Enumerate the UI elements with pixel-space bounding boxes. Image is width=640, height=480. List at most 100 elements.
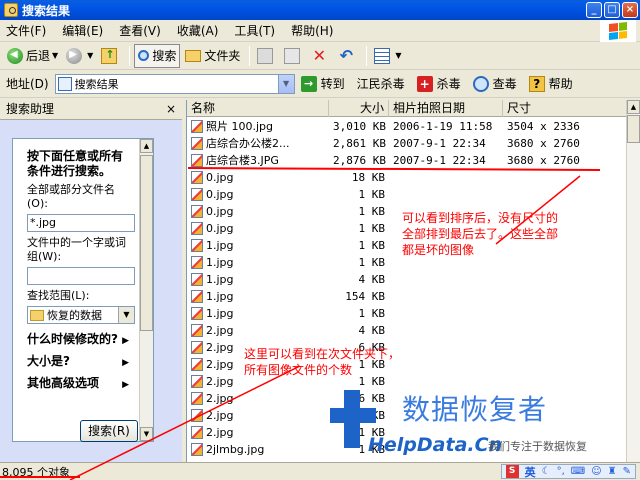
file-name-cell: 0.jpg [187,203,329,220]
menu-tools[interactable]: 工具(T) [234,22,275,39]
kill-virus-button[interactable]: + 杀毒 [416,75,461,92]
file-dimensions [503,339,613,356]
views-dropdown-icon[interactable]: ▼ [395,51,401,60]
when-modified-option[interactable]: 什么时候修改的? ▶ [13,324,129,346]
column-name[interactable]: 名称 [187,100,329,117]
search-companion-header: 搜索助理 [0,98,182,120]
plugin-help-button[interactable]: ? 帮助 [528,75,573,92]
folders-button[interactable]: 文件夹 [182,44,243,68]
menu-file[interactable]: 文件(F) [6,22,46,39]
search-window-icon [4,3,18,17]
views-button[interactable]: ▼ [371,44,404,68]
file-row[interactable]: 照片 100.jpg 3,010 KB 2006-1-19 11:58 3504 x … [187,118,627,135]
file-size: 3,010 KB [333,120,386,133]
file-size: 4 KB [358,324,386,337]
delete-button[interactable]: ✕ [308,44,333,68]
file-size: 154 KB [345,290,385,303]
scan-virus-button[interactable]: 查毒 [472,75,517,92]
file-name-cell: 0.jpg [187,186,329,203]
file-row[interactable]: 店综合办公楼2... 2,861 KB 2007-9-1 22:34 3680 x 2… [187,135,627,152]
file-name-cell: 1.jpg [187,305,329,322]
search-pane-scrollbar[interactable]: ▲ ▼ [139,139,153,441]
moon-icon[interactable]: ☾ [542,466,551,477]
help-label: 帮助 [548,77,573,91]
close-button[interactable]: × [622,2,638,18]
column-date-taken[interactable]: 相片拍照日期 [389,100,503,117]
address-input[interactable]: 搜索结果 ▼ [54,73,295,94]
back-dropdown-icon[interactable]: ▼ [52,51,58,60]
jpeg-file-icon [191,239,203,252]
menu-edit[interactable]: 编辑(E) [62,22,103,39]
file-name: 2jlmbg.jpg [206,443,265,456]
user-icon[interactable]: ☺ [591,466,601,477]
undo-button[interactable]: ↶ [335,44,360,68]
file-dimensions [503,322,613,339]
file-name-cell: 2.jpg [187,424,329,441]
file-row[interactable]: 店综合楼3.JPG 2,876 KB 2007-9-1 22:34 3680 x 27… [187,152,627,169]
scroll-up-icon[interactable]: ▲ [627,100,640,114]
file-size: 2,861 KB [333,137,386,150]
back-button[interactable]: ◀ 后退 ▼ [4,44,61,68]
windows-logo [600,20,636,42]
jpeg-file-icon [191,205,203,218]
file-name: 2.jpg [206,375,234,388]
wrench-icon[interactable]: ✎ [623,466,631,477]
search-submit-button[interactable]: 搜索(R) [80,420,138,442]
punctuation-icon[interactable]: °, [557,466,565,477]
file-row[interactable]: 1.jpg 4 KB [187,271,627,288]
scroll-up-icon[interactable]: ▲ [140,139,153,153]
file-size: 1 KB [358,222,386,235]
helpdata-watermark: 数据恢复者 HelpData.Cn 我们专注于数据恢复 [330,388,630,458]
sort-annotation-line: 全部排到最后去了。这些全部 [402,227,559,241]
menu-help[interactable]: 帮助(H) [291,22,333,39]
look-in-select[interactable]: 恢复的数据 ▼ [27,306,135,324]
file-name: 1.jpg [206,290,234,303]
expand-arrow-icon: ▶ [122,380,129,390]
file-row[interactable]: 1.jpg 154 KB [187,288,627,305]
jpeg-file-icon [191,222,203,235]
address-dropdown-icon[interactable]: ▼ [277,74,294,93]
column-size[interactable]: 大小 [329,100,389,117]
file-row[interactable]: 0.jpg 1 KB [187,186,627,203]
file-name: 2.jpg [206,324,234,337]
advanced-option[interactable]: 其他高级选项 ▶ [13,368,129,390]
scroll-thumb[interactable] [627,115,640,143]
ime-language[interactable]: 英 [525,464,536,480]
size-option[interactable]: 大小是? ▶ [13,346,129,368]
filename-input[interactable]: *.jpg [27,214,135,232]
phrase-input[interactable] [27,267,135,285]
file-name: 2.jpg [206,341,234,354]
shirt-icon[interactable]: ♜ [608,466,617,477]
chevron-down-icon[interactable]: ▼ [118,307,134,323]
move-to-button[interactable] [254,44,279,68]
toolbar-separator [366,45,368,66]
up-folder-button[interactable]: ↑ [98,44,123,68]
blue-cross-logo-icon [330,390,376,448]
column-dimensions[interactable]: 尺寸 [503,100,627,117]
jpeg-file-icon [191,358,203,371]
forward-dropdown-icon[interactable]: ▼ [87,51,93,60]
menu-view[interactable]: 查看(V) [119,22,161,39]
file-row[interactable]: 2.jpg 4 KB [187,322,627,339]
keyboard-icon[interactable]: ⌨ [571,466,585,477]
forward-button[interactable]: ▶ ▼ [63,44,96,68]
copy-to-button[interactable] [281,44,306,68]
close-pane-icon[interactable]: × [166,102,176,116]
look-in-value: 恢复的数据 [47,309,102,322]
file-name: 1.jpg [206,256,234,269]
folder-icon [185,49,202,62]
window-title: 搜索结果 [22,3,71,18]
file-row[interactable]: 0.jpg 18 KB [187,169,627,186]
up-folder-icon: ↑ [101,47,118,64]
search-button[interactable]: 搜索 [134,43,181,68]
minimize-button[interactable]: _ [586,2,602,18]
go-button[interactable]: → 转到 [300,75,345,92]
file-row[interactable]: 1.jpg 1 KB [187,305,627,322]
maximize-button[interactable]: □ [604,2,620,18]
file-date-taken [389,356,503,373]
scroll-thumb[interactable] [140,155,153,331]
menu-favorites[interactable]: 收藏(A) [177,22,219,39]
sogou-s-icon[interactable]: S [505,465,519,478]
object-count: 8,095 个对象 [2,465,70,479]
scroll-down-icon[interactable]: ▼ [140,427,153,441]
